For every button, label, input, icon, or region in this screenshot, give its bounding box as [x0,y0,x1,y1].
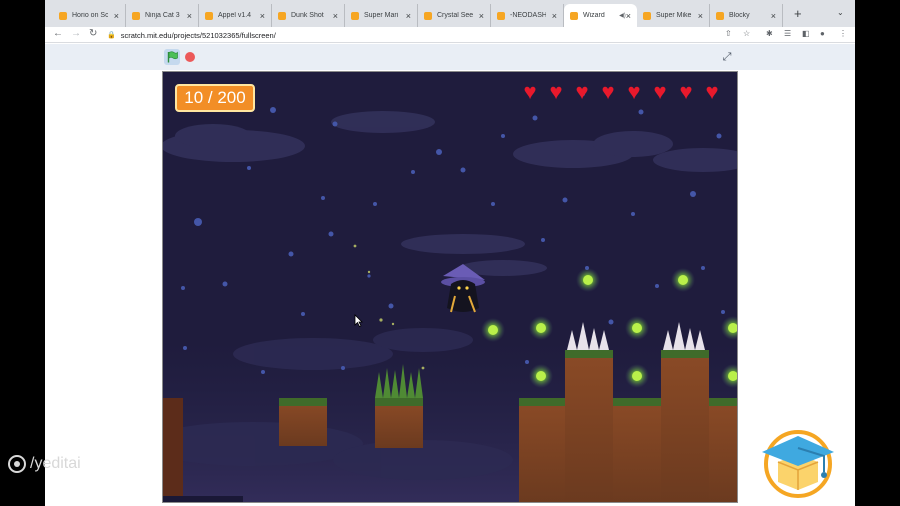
heart-icon: ♥ [705,79,719,104]
heart-icon: ♥ [549,79,563,104]
url-text: scratch.mit.edu/projects/521032365/fulls… [120,30,276,40]
tab-title: Super Mike [656,12,692,19]
tab-close-icon[interactable]: × [114,11,119,21]
browser-tab[interactable]: Horio on Sc × [53,4,126,27]
score-counter: 10 / 200 [175,84,255,112]
game-scene [163,92,737,502]
profile-avatar-icon[interactable]: ● [820,29,825,38]
browser-tab[interactable]: Dunk Shot × [272,4,345,27]
camera-lens-icon [8,455,26,473]
browser-tab[interactable]: Super Mari × [345,4,418,27]
browser-tab[interactable]: Ninja Cat 3 × [126,4,199,27]
tab-title: Super Mari [364,12,399,19]
scratch-controls: ⤢ [45,44,855,70]
browser-tab[interactable]: Blocky × [710,4,783,27]
browser-tab[interactable]: Appel v1.4 × [199,4,272,27]
tab-close-icon[interactable]: × [626,11,631,21]
tab-favicon-icon [424,11,432,20]
tab-close-icon[interactable]: × [552,11,557,21]
menu-icon[interactable]: ⋮ [839,29,847,38]
browser-tab[interactable]: -NEODASH × [491,4,564,27]
tab-title: Dunk Shot [291,12,324,19]
reading-list-icon[interactable]: ☰ [784,29,791,38]
tab-close-icon[interactable]: × [698,11,703,21]
tab-search-icon[interactable]: ⌄ [837,8,844,17]
heart-icon: ♥ [653,79,667,104]
tab-title: Wizard [583,12,605,19]
heart-icon: ♥ [627,79,641,104]
clouds [163,111,737,276]
health-hearts: ♥ ♥ ♥ ♥ ♥ ♥ ♥ ♥ [519,79,723,104]
tab-favicon-icon [716,11,724,20]
tab-close-icon[interactable]: × [771,11,776,21]
browser-tab[interactable]: Wizard ◀) × [564,4,637,27]
tab-close-icon[interactable]: × [187,11,192,21]
new-tab-button[interactable]: + [794,6,802,21]
stop-button[interactable] [185,52,195,62]
share-icon[interactable]: ⇧ [725,29,732,38]
forward-icon[interactable]: → [71,28,81,39]
tab-title: Ninja Cat 3 [145,12,180,19]
tab-favicon-icon [59,11,67,20]
bookmark-star-icon[interactable]: ☆ [743,29,750,38]
tab-title: Appel v1.4 [218,12,252,19]
tab-favicon-icon [570,11,578,20]
green-flag-icon [167,51,178,63]
tab-close-icon[interactable]: × [260,11,265,21]
browser-tab[interactable]: Super Mike × [637,4,710,27]
tab-title: Horio on Sc [72,12,108,19]
side-panel-icon[interactable]: ◧ [802,29,810,38]
lock-icon: 🔒 [107,32,116,39]
tab-title: Crystal See [437,12,473,19]
tab-close-icon[interactable]: × [406,11,411,21]
heart-icon: ♥ [601,79,615,104]
heart-icon: ♥ [679,79,693,104]
green-flag-button[interactable] [164,49,180,65]
back-icon[interactable]: ← [53,28,63,39]
tab-close-icon[interactable]: × [333,11,338,21]
tab-title: Blocky [729,12,750,19]
tab-audio-icon[interactable]: ◀) [619,12,626,19]
tab-bar: Horio on Sc × Ninja Cat 3 × Appel v1.4 × Dunk … [45,0,855,27]
tab-favicon-icon [132,11,140,20]
extensions-icon[interactable]: ✱ [766,29,773,38]
heart-icon: ♥ [575,79,589,104]
browser-tab[interactable]: Crystal See × [418,4,491,27]
watermark-handle: /yeditai [30,455,81,472]
exit-fullscreen-icon[interactable]: ⤢ [720,50,734,64]
mouse-cursor-icon [354,314,363,327]
address-bar: ← → ↻ 🔒 scratch.mit.edu/projects/5210323… [45,27,855,43]
tab-favicon-icon [351,11,359,20]
reload-icon[interactable]: ↻ [89,28,97,39]
graduation-cap-box-logo [762,430,834,498]
tab-favicon-icon [643,11,651,20]
heart-icon: ♥ [523,79,537,104]
screen: Horio on Sc × Ninja Cat 3 × Appel v1.4 × Dunk … [0,0,900,506]
tab-favicon-icon [497,11,505,20]
tab-favicon-icon [278,11,286,20]
game-stage[interactable]: 10 / 200 ♥ ♥ ♥ ♥ ♥ ♥ ♥ ♥ [162,71,738,503]
watermark: /yeditai [8,455,81,473]
url-field[interactable]: 🔒 scratch.mit.edu/projects/521032365/ful… [107,29,276,41]
tab-close-icon[interactable]: × [479,11,484,21]
tab-title: -NEODASH [510,12,546,19]
browser-window: Horio on Sc × Ninja Cat 3 × Appel v1.4 × Dunk … [45,0,855,506]
tab-favicon-icon [205,11,213,20]
